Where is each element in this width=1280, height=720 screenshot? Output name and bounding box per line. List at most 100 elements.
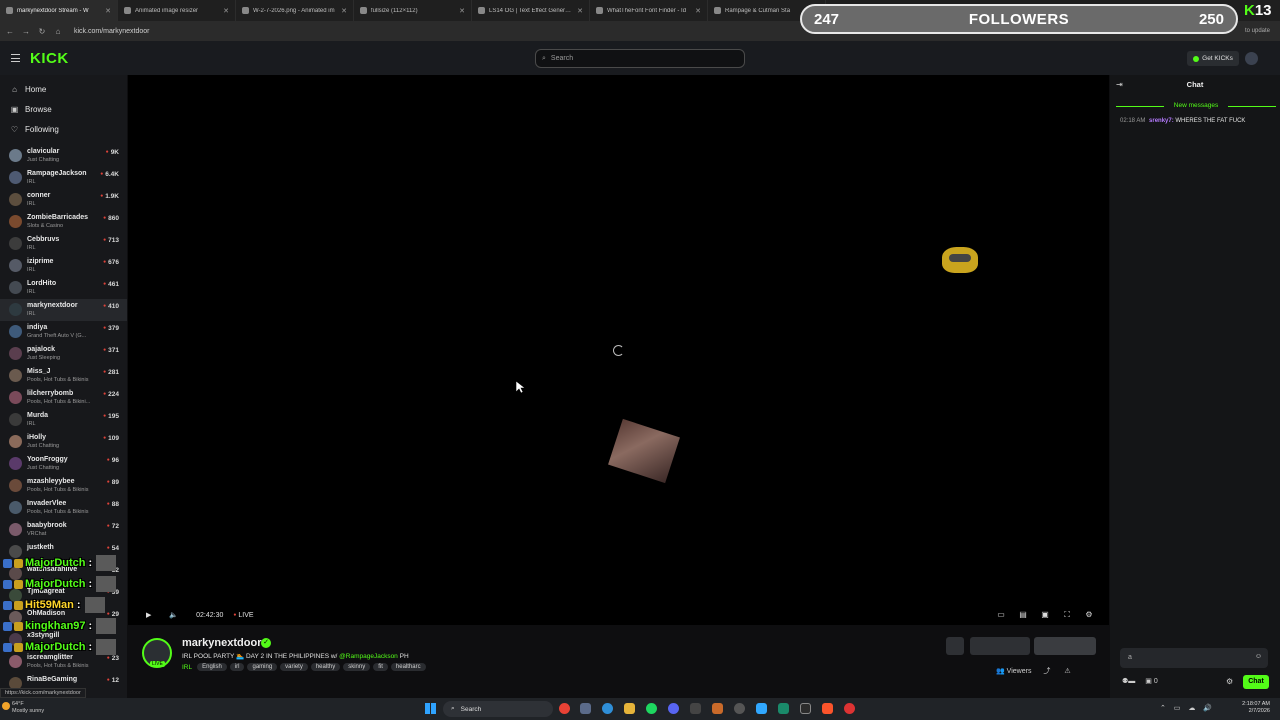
pip-icon[interactable]: ▣ (1040, 610, 1050, 619)
sidebar-channel[interactable]: RampageJackson IRL 6.4K (0, 167, 127, 189)
chat-message-user[interactable]: srenky7: (1149, 118, 1174, 124)
stream-tag[interactable]: healtharc (390, 663, 426, 671)
sidebar-channel[interactable]: Murda IRL 195 (0, 409, 127, 431)
share-icon[interactable]: ⤴ (1043, 668, 1050, 675)
windows-start-icon[interactable] (425, 703, 436, 714)
chrome-app-icon[interactable] (559, 703, 570, 714)
search-input[interactable]: ⌕ Search (535, 49, 745, 68)
edge-app-icon[interactable] (602, 703, 613, 714)
sidebar-nav-following[interactable]: ♡ Following (0, 119, 127, 139)
menu-icon[interactable] (11, 54, 20, 62)
emote-picker-icon[interactable]: ☺ (1255, 653, 1262, 660)
stream-title-mention[interactable]: @RampageJackson (339, 653, 398, 660)
sidebar-channel[interactable]: pajalock Just Sleeping 371 (0, 343, 127, 365)
chat-settings-icon[interactable]: ⚙ (1226, 677, 1233, 686)
windows-taskbar: 64°F Mostly sunny ⌕ Search ⌃ ▭ ☁ 🔊 2:18:… (0, 698, 1280, 720)
sidebar-channel[interactable]: markynextdoor IRL 410 (0, 299, 127, 321)
sidebar-channel[interactable]: lilcherrybomb Pools, Hot Tubs & Bikini...… (0, 387, 127, 409)
kick-logo[interactable]: KICK (30, 50, 69, 67)
close-icon[interactable]: ✕ (577, 7, 583, 15)
app-icon[interactable] (712, 703, 723, 714)
settings-gear-icon[interactable]: ⚙ (1084, 610, 1094, 619)
discord-app-icon[interactable] (668, 703, 679, 714)
browser-tab[interactable]: Animated image resizer ✕ (118, 0, 236, 21)
send-chat-button[interactable]: Chat (1243, 675, 1269, 689)
fullscreen-icon[interactable]: ⛶ (1062, 610, 1072, 619)
browser-tab[interactable]: WhatTheFont Font Finder - Id ✕ (590, 0, 708, 21)
close-icon[interactable]: ✕ (695, 7, 701, 15)
close-icon[interactable]: ✕ (223, 7, 229, 15)
stream-tag[interactable]: healthy (310, 663, 341, 671)
app-icon[interactable] (778, 703, 789, 714)
sidebar-channel[interactable]: YoonFroggy Just Chatting 96 (0, 453, 127, 475)
stream-tag[interactable]: skinny (343, 663, 371, 671)
user-avatar[interactable] (1245, 52, 1258, 65)
sidebar-channel[interactable]: InvaderVlee Pools, Hot Tubs & Bikinis 88 (0, 497, 127, 519)
sidebar-channel[interactable]: iziprime IRL 676 (0, 255, 127, 277)
stream-tag[interactable]: irl (229, 663, 245, 671)
close-icon[interactable]: ✕ (459, 7, 465, 15)
channel-name: iHolly (27, 434, 47, 441)
terminal-app-icon[interactable] (800, 703, 811, 714)
report-icon[interactable]: ⚠ (1064, 668, 1070, 675)
channel-viewers: 371 (103, 347, 119, 354)
settings-app-icon[interactable] (734, 703, 745, 714)
sidebar-channel[interactable]: ZombieBarricades Slots & Casino 860 (0, 211, 127, 233)
get-kicks-button[interactable]: Get KICKs (1187, 51, 1239, 66)
theater-mode-icon[interactable]: ▭ (996, 610, 1006, 619)
browser-tab[interactable]: fullsize (112×112) ✕ (354, 0, 472, 21)
sidebar-channel[interactable]: indiya Grand Theft Auto V (G... 379 (0, 321, 127, 343)
channel-category: Just Chatting (27, 443, 60, 449)
clip-icon[interactable]: ▤ (1018, 610, 1028, 619)
obs-app-icon[interactable] (690, 703, 701, 714)
play-icon[interactable]: ▶ (146, 611, 151, 619)
kick-k-icon: K (1244, 2, 1255, 19)
update-hint[interactable]: to update (1245, 28, 1270, 34)
overlay-emote-image (96, 576, 117, 592)
chat-input[interactable]: a ☺ (1120, 648, 1268, 668)
sidebar-channel[interactable]: Miss_J Pools, Hot Tubs & Bikinis 281 (0, 365, 127, 387)
home-icon[interactable]: ⌂ (52, 27, 64, 36)
reload-icon[interactable]: ↻ (36, 27, 48, 36)
channel-viewers: 23 (107, 655, 119, 662)
close-icon[interactable]: ✕ (105, 7, 111, 15)
stream-tag[interactable]: English (197, 663, 227, 671)
kicks-toggle-icon[interactable]: ⚉▬ (1122, 677, 1135, 685)
taskbar-search[interactable]: ⌕ Search (443, 701, 553, 717)
sidebar-channel[interactable]: Cebbruvs IRL 713 (0, 233, 127, 255)
system-clock[interactable]: 2:18:07 AM 2/7/2026 (1242, 701, 1270, 715)
close-icon[interactable]: ✕ (341, 7, 347, 15)
volume-icon[interactable]: 🔈 (169, 611, 178, 619)
browse-icon: ▣ (10, 104, 19, 114)
sidebar-channel[interactable]: conner IRL 1.9K (0, 189, 127, 211)
sidebar-channel[interactable]: clavicular Just Chatting 9K (0, 145, 127, 167)
sidebar-channel[interactable]: mzashleyybee Pools, Hot Tubs & Bikinis 89 (0, 475, 127, 497)
stream-tag[interactable]: fit (373, 663, 388, 671)
spotify-app-icon[interactable] (646, 703, 657, 714)
sidebar-nav-home[interactable]: ⌂ Home (0, 79, 127, 99)
sidebar-channel[interactable]: baabybrook VRChat 72 (0, 519, 127, 541)
task-view-icon[interactable] (580, 703, 591, 714)
system-tray[interactable]: ⌃ ▭ ☁ 🔊 (1160, 704, 1215, 712)
url-field[interactable]: kick.com/markynextdoor (74, 28, 149, 35)
file-explorer-icon[interactable] (624, 703, 635, 714)
streamer-name[interactable]: markynextdoor (182, 637, 261, 649)
browser-tab[interactable]: LS14 OG | Text Effect Generator ✕ (472, 0, 590, 21)
stream-category[interactable]: IRL (182, 664, 192, 671)
sidebar-nav-browse[interactable]: ▣ Browse (0, 99, 127, 119)
gift-badge-icon (14, 642, 23, 652)
app-icon[interactable] (844, 703, 855, 714)
browser-tab[interactable]: W-2-7-2026.png - Animated im ✕ (236, 0, 354, 21)
brave-app-icon[interactable] (822, 703, 833, 714)
sidebar-channel[interactable]: LordHito IRL 461 (0, 277, 127, 299)
stream-tag[interactable]: variety (280, 663, 308, 671)
sidebar-channel[interactable]: iHolly Just Chatting 109 (0, 431, 127, 453)
photoshop-app-icon[interactable] (756, 703, 767, 714)
stream-tag[interactable]: gaming (247, 663, 278, 671)
weather-widget[interactable]: 64°F Mostly sunny (12, 701, 44, 715)
browser-tab[interactable]: markynextdoor Stream - W ✕ (0, 0, 118, 21)
gift-badge-icon (14, 621, 23, 631)
forward-icon[interactable]: → (20, 27, 32, 36)
chest-icon[interactable]: ▣ 0 (1145, 677, 1157, 685)
back-icon[interactable]: ← (4, 27, 16, 36)
